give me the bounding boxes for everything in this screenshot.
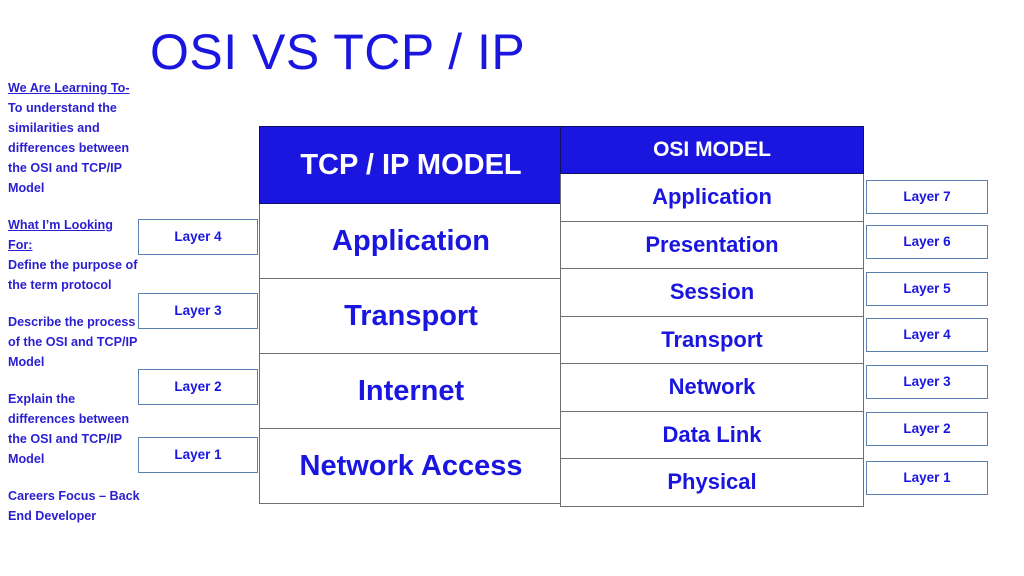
osi-layer-chip: Layer 1: [866, 461, 988, 495]
osi-layer-chip-label: Layer 6: [903, 234, 951, 250]
table-row: Presentation: [560, 220, 864, 269]
objective-group: We Are Learning To- To understand the si…: [8, 78, 140, 198]
table-row: TCP / IP MODEL: [259, 126, 563, 204]
objective-group: Describe the process of the OSI and TCP/…: [8, 312, 140, 372]
tcpip-layer-chip-label: Layer 1: [174, 447, 222, 463]
osi-layer-presentation: Presentation: [560, 220, 864, 269]
tcpip-layer-chip: Layer 2: [138, 369, 258, 405]
tcpip-layer-transport: Transport: [259, 278, 563, 354]
objective-body: Define the purpose of the term protocol: [8, 258, 138, 292]
tcpip-layer-chip: Layer 3: [138, 293, 258, 329]
osi-layer-chip: Layer 4: [866, 318, 988, 352]
table-row: Session: [560, 268, 864, 317]
tcpip-layer-chip-label: Layer 3: [174, 303, 222, 319]
table-row: OSI MODEL: [560, 126, 864, 174]
table-row: Transport: [259, 278, 563, 354]
osi-layer-chip: Layer 3: [866, 365, 988, 399]
tcpip-layer-chip: Layer 1: [138, 437, 258, 473]
osi-layer-chip: Layer 6: [866, 225, 988, 259]
osi-layer-chip-label: Layer 4: [903, 327, 951, 343]
osi-layer-chip-label: Layer 2: [903, 421, 951, 437]
objective-body: Describe the process of the OSI and TCP/…: [8, 315, 138, 369]
osi-layer-chip-label: Layer 1: [903, 470, 951, 486]
objective-spacer: [8, 198, 140, 215]
objective-group: Careers Focus – Back End Developer: [8, 486, 140, 526]
page-title: OSI VS TCP / IP: [150, 24, 526, 80]
objective-spacer: [8, 469, 140, 486]
table-row: Application: [560, 173, 864, 222]
tcpip-layer-chip: Layer 4: [138, 219, 258, 255]
osi-model-table: OSI MODEL Application Presentation Sessi…: [560, 126, 864, 507]
osi-layer-chip: Layer 5: [866, 272, 988, 306]
table-row: Network Access: [259, 428, 563, 504]
table-row: Application: [259, 203, 563, 279]
objective-body: Careers Focus – Back End Developer: [8, 489, 140, 523]
osi-layer-physical: Physical: [560, 458, 864, 507]
tcpip-layer-chip-label: Layer 4: [174, 229, 222, 245]
objective-heading: What I’m Looking For:: [8, 218, 113, 252]
table-row: Network: [560, 363, 864, 412]
osi-layer-data-link: Data Link: [560, 410, 864, 459]
tcpip-model-table: TCP / IP MODEL Application Transport Int…: [259, 126, 563, 504]
tcpip-layer-network-access: Network Access: [259, 428, 563, 504]
tcpip-layer-internet: Internet: [259, 353, 563, 429]
table-row: Data Link: [560, 410, 864, 459]
osi-layer-chip-label: Layer 3: [903, 374, 951, 390]
osi-layer-chip: Layer 7: [866, 180, 988, 214]
table-row: Internet: [259, 353, 563, 429]
objective-group: Explain the differences between the OSI …: [8, 389, 140, 469]
tcpip-layer-application: Application: [259, 203, 563, 279]
objective-spacer: [8, 295, 140, 312]
objective-body: To understand the similarities and diffe…: [8, 101, 130, 195]
osi-layer-chip-label: Layer 7: [903, 189, 951, 205]
osi-layer-session: Session: [560, 268, 864, 317]
objective-body: Explain the differences between the OSI …: [8, 392, 130, 466]
learning-objectives-panel: We Are Learning To- To understand the si…: [8, 78, 140, 526]
tcpip-model-header: TCP / IP MODEL: [259, 126, 563, 204]
objective-spacer: [8, 372, 140, 389]
table-row: Physical: [560, 458, 864, 507]
table-row: Transport: [560, 315, 864, 364]
osi-layer-chip: Layer 2: [866, 412, 988, 446]
osi-layer-chip-label: Layer 5: [903, 281, 951, 297]
objective-group: What I’m Looking For: Define the purpose…: [8, 215, 140, 295]
objective-heading: We Are Learning To-: [8, 81, 130, 95]
osi-layer-application: Application: [560, 173, 864, 222]
osi-layer-transport: Transport: [560, 315, 864, 364]
osi-layer-network: Network: [560, 363, 864, 412]
tcpip-layer-chip-label: Layer 2: [174, 379, 222, 395]
osi-model-header: OSI MODEL: [560, 126, 864, 174]
